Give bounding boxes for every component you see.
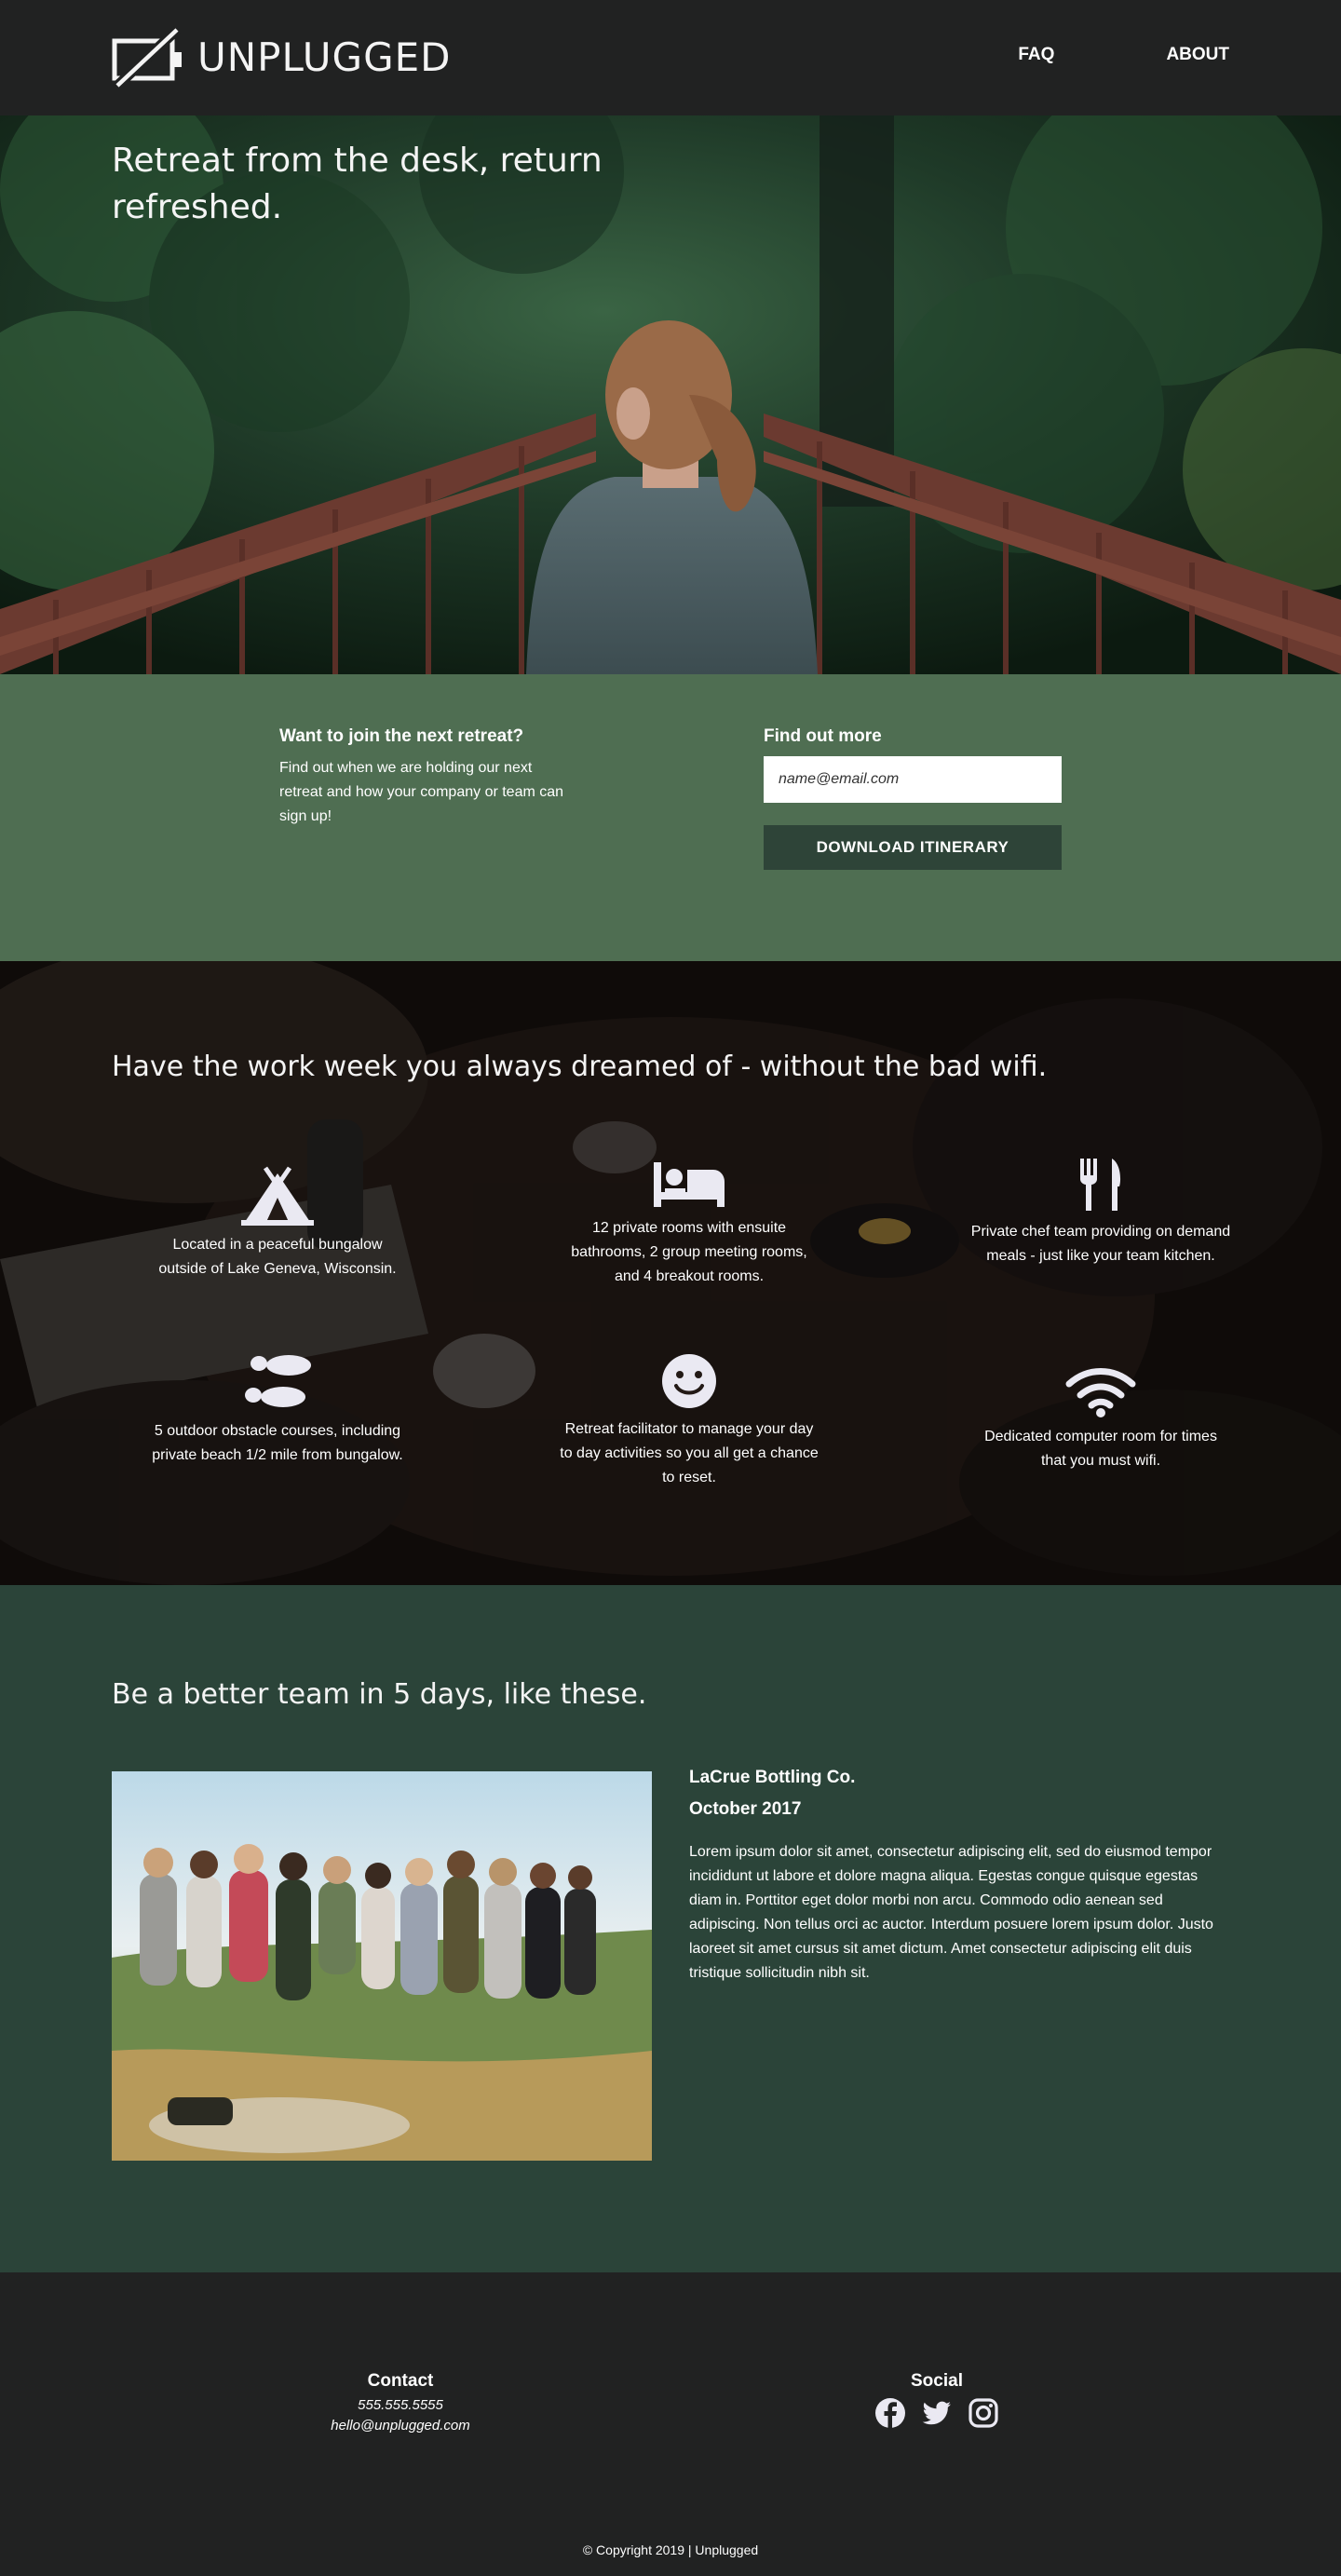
team-description: Lorem ipsum dolor sit amet, consectetur … [689,1844,1213,1981]
unplugged-logo-icon [112,26,182,88]
hero-title: Retreat from the desk, return refreshed. [112,142,603,226]
social-links [797,2397,1077,2429]
signup-body: Find out when we are holding our next re… [279,760,564,824]
tent-icon [241,1166,314,1226]
feature-item: Retreat facilitator to manage your day t… [559,1352,820,1490]
feature-text: 5 outdoor obstacle courses, including pr… [152,1423,403,1463]
nav-faq[interactable]: FAQ [1018,45,1054,65]
feature-item: 12 private rooms with ensuite bathrooms,… [559,1160,820,1289]
signup-form: Find out more DOWNLOAD ITINERARY [764,726,1062,870]
contact-heading: Contact [367,2371,434,2391]
contact-phone[interactable]: 555.555.5555 [261,2395,540,2416]
download-itinerary-button[interactable]: DOWNLOAD ITINERARY [764,825,1062,870]
feature-item: Private chef team providing on demand me… [970,1157,1231,1268]
feature-item: Located in a peaceful bungalow outside o… [147,1166,408,1281]
team-title: Be a better team in 5 days, like these. [112,1678,647,1711]
social-heading: Social [911,2371,963,2391]
email-input[interactable] [764,756,1062,803]
footprints-icon [245,1355,311,1407]
instagram-icon[interactable] [968,2397,999,2429]
team-info: LaCrue Bottling Co. October 2017 Lorem i… [689,1768,1229,1986]
feature-text: Dedicated computer room for times that y… [984,1429,1217,1469]
hero-section: Retreat from the desk, return refreshed. [0,115,1341,674]
feature-text: 12 private rooms with ensuite bathrooms,… [571,1220,807,1284]
footer-contact: Contact 555.555.5555 hello@unplugged.com [261,2371,540,2436]
features-title: Have the work week you always dreamed of… [112,1051,1048,1083]
team-group-image [112,1771,652,2161]
smile-icon [662,1354,716,1408]
team-company: LaCrue Bottling Co. [689,1768,856,1787]
form-heading: Find out more [764,726,882,746]
site-header: UNPLUGGED FAQ ABOUT [0,0,1341,115]
feature-item: 5 outdoor obstacle courses, including pr… [147,1352,408,1468]
team-section: Be a better team in 5 days, like these. [0,1585,1341,2272]
copyright: © Copyright 2019 | Unplugged [582,2542,759,2557]
footer-social: Social [797,2371,1077,2429]
twitter-icon[interactable] [921,2397,953,2429]
feature-item: Dedicated computer room for times that y… [970,1365,1231,1473]
signup-info: Want to join the next retreat? Find out … [279,726,568,829]
site-footer: Contact 555.555.5555 hello@unplugged.com… [0,2272,1341,2576]
nav-about[interactable]: ABOUT [1166,45,1229,65]
team-photo [112,1771,652,2161]
feature-text: Private chef team providing on demand me… [970,1224,1231,1264]
facebook-icon[interactable] [874,2397,906,2429]
main-nav: FAQ ABOUT [906,45,1229,65]
wifi-icon [1065,1368,1136,1417]
feature-text: Retreat facilitator to manage your day t… [560,1421,819,1485]
signup-section: Want to join the next retreat? Find out … [0,674,1341,961]
feature-text: Located in a peaceful bungalow outside o… [158,1237,397,1277]
utensils-icon [1080,1159,1121,1211]
logo-text: UNPLUGGED [197,34,452,80]
team-date: October 2017 [689,1799,802,1819]
logo[interactable]: UNPLUGGED [112,26,452,88]
contact-email[interactable]: hello@unplugged.com [261,2416,540,2436]
bed-icon [654,1162,725,1207]
signup-heading: Want to join the next retreat? [279,726,524,746]
features-section: Have the work week you always dreamed of… [0,961,1341,1585]
